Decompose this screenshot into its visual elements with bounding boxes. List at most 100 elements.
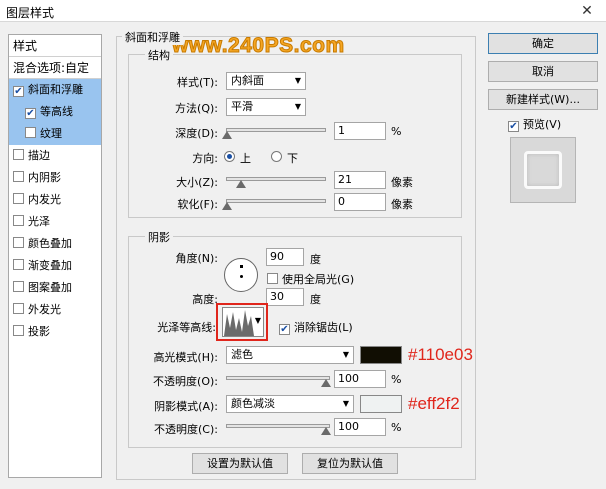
global-light-checkbox[interactable]: 使用全局光(G) (267, 271, 354, 287)
checkbox-icon[interactable] (13, 259, 24, 270)
checkbox-icon[interactable] (13, 215, 24, 226)
style-item-outer-glow[interactable]: 外发光 (9, 299, 101, 321)
highlight-mode-dropdown[interactable]: 滤色 ▼ (226, 346, 354, 364)
style-item-satin[interactable]: 光泽 (9, 211, 101, 233)
style-item-texture[interactable]: 纹理 (9, 123, 101, 145)
style-item-inner-glow[interactable]: 内发光 (9, 189, 101, 211)
angle-dial-center (240, 275, 243, 278)
depth-slider-thumb[interactable] (222, 131, 232, 139)
make-default-button[interactable]: 设置为默认值 (192, 453, 288, 474)
direction-up-radio[interactable] (224, 151, 235, 162)
shadow-mode-value: 颜色减淡 (231, 397, 275, 410)
gloss-contour-label: 光泽等高线: (157, 321, 216, 334)
style-dropdown-value: 内斜面 (231, 74, 264, 87)
blend-options-item[interactable]: 混合选项:自定 (9, 57, 101, 79)
size-slider-thumb[interactable] (236, 180, 246, 188)
checkbox-checked-icon[interactable]: ✔ (279, 324, 290, 335)
shadow-opacity-label: 不透明度(C): (154, 423, 218, 436)
highlight-opacity-slider[interactable] (226, 376, 330, 380)
shadow-opacity-thumb[interactable] (321, 427, 331, 435)
size-unit: 像素 (391, 176, 413, 189)
anti-alias-checkbox[interactable]: ✔ 消除锯齿(L) (279, 319, 353, 335)
angle-dial[interactable] (224, 258, 258, 292)
angle-dial-marker (240, 265, 243, 268)
shadow-color-annotation: #eff2f2 (408, 394, 460, 413)
highlight-mode-label: 高光模式(H): (153, 351, 218, 364)
style-item-label: 斜面和浮雕 (28, 83, 83, 96)
checkbox-icon[interactable] (13, 171, 24, 182)
altitude-unit: 度 (310, 293, 321, 306)
new-style-button[interactable]: 新建样式(W)... (488, 89, 598, 110)
style-label: 样式(T): (176, 76, 218, 89)
checkbox-checked-icon[interactable]: ✔ (508, 121, 519, 132)
checkbox-checked-icon[interactable]: ✔ (25, 108, 36, 119)
shading-legend: 阴影 (145, 229, 173, 245)
style-item-gradient-overlay[interactable]: 渐变叠加 (9, 255, 101, 277)
checkbox-icon[interactable] (13, 149, 24, 160)
checkbox-icon[interactable] (13, 325, 24, 336)
checkbox-icon[interactable] (25, 127, 36, 138)
style-item-label: 图案叠加 (28, 281, 72, 294)
chevron-down-icon: ▼ (294, 102, 301, 111)
gloss-contour-picker[interactable]: ▼ (222, 307, 264, 337)
chevron-down-icon: ▼ (254, 316, 261, 325)
technique-label: 方法(Q): (175, 102, 218, 115)
checkbox-icon[interactable] (13, 237, 24, 248)
checkbox-icon[interactable] (13, 303, 24, 314)
highlight-opacity-label: 不透明度(O): (153, 375, 218, 388)
style-item-inner-shadow[interactable]: 内阴影 (9, 167, 101, 189)
ok-button[interactable]: 确定 (488, 33, 598, 54)
style-list: 样式 混合选项:自定 ✔ 斜面和浮雕 ✔ 等高线 纹理 描边 内阴影 内发光 光泽 … (8, 34, 102, 478)
style-item-label: 颜色叠加 (28, 237, 72, 250)
shadow-opacity-input[interactable]: 100 (334, 418, 386, 436)
reset-default-button[interactable]: 复位为默认值 (302, 453, 398, 474)
style-item-bevel[interactable]: ✔ 斜面和浮雕 (9, 79, 101, 101)
direction-up-label: 上 (240, 152, 251, 165)
checkbox-checked-icon[interactable]: ✔ (13, 86, 24, 97)
global-light-label: 使用全局光(G) (282, 273, 355, 286)
checkbox-icon[interactable] (267, 273, 278, 284)
checkbox-icon[interactable] (13, 193, 24, 204)
style-item-label: 渐变叠加 (28, 259, 72, 272)
angle-unit: 度 (310, 253, 321, 266)
structure-legend: 结构 (145, 47, 173, 63)
size-input[interactable]: 21 (334, 171, 386, 189)
highlight-opacity-thumb[interactable] (321, 379, 331, 387)
window-title: 图层样式 (6, 6, 55, 20)
style-item-color-overlay[interactable]: 颜色叠加 (9, 233, 101, 255)
depth-slider[interactable] (226, 128, 326, 132)
depth-input[interactable]: 1 (334, 122, 386, 140)
style-item-contour[interactable]: ✔ 等高线 (9, 101, 101, 123)
soften-slider-thumb[interactable] (222, 202, 232, 210)
size-label: 大小(Z): (176, 176, 218, 189)
checkbox-icon[interactable] (13, 281, 24, 292)
angle-input[interactable]: 90 (266, 248, 304, 266)
cancel-button[interactable]: 取消 (488, 61, 598, 82)
technique-dropdown-value: 平滑 (231, 100, 253, 113)
style-item-label: 内阴影 (28, 171, 61, 184)
soften-label: 软化(F): (177, 198, 218, 211)
shadow-opacity-slider[interactable] (226, 424, 330, 428)
shading-group (128, 236, 462, 448)
technique-dropdown[interactable]: 平滑 ▼ (226, 98, 306, 116)
highlight-opacity-input[interactable]: 100 (334, 370, 386, 388)
highlight-color-swatch[interactable] (360, 346, 402, 364)
style-item-drop-shadow[interactable]: 投影 (9, 321, 101, 343)
close-icon[interactable]: ✕ (578, 2, 596, 20)
direction-down-radio[interactable] (271, 151, 282, 162)
shadow-mode-dropdown[interactable]: 颜色减淡 ▼ (226, 395, 354, 413)
highlight-mode-value: 滤色 (231, 348, 253, 361)
style-dropdown[interactable]: 内斜面 ▼ (226, 72, 306, 90)
soften-slider[interactable] (226, 199, 326, 203)
preview-label: 预览(V) (523, 118, 562, 131)
preview-checkbox[interactable]: ✔ 预览(V) (508, 116, 561, 132)
shadow-opacity-unit: % (391, 421, 402, 434)
altitude-input[interactable]: 30 (266, 288, 304, 306)
style-item-stroke[interactable]: 描边 (9, 145, 101, 167)
style-item-label: 光泽 (28, 215, 50, 228)
shadow-color-swatch[interactable] (360, 395, 402, 413)
soften-input[interactable]: 0 (334, 193, 386, 211)
chevron-down-icon: ▼ (294, 76, 301, 85)
style-item-pattern-overlay[interactable]: 图案叠加 (9, 277, 101, 299)
style-item-label: 描边 (28, 149, 50, 162)
